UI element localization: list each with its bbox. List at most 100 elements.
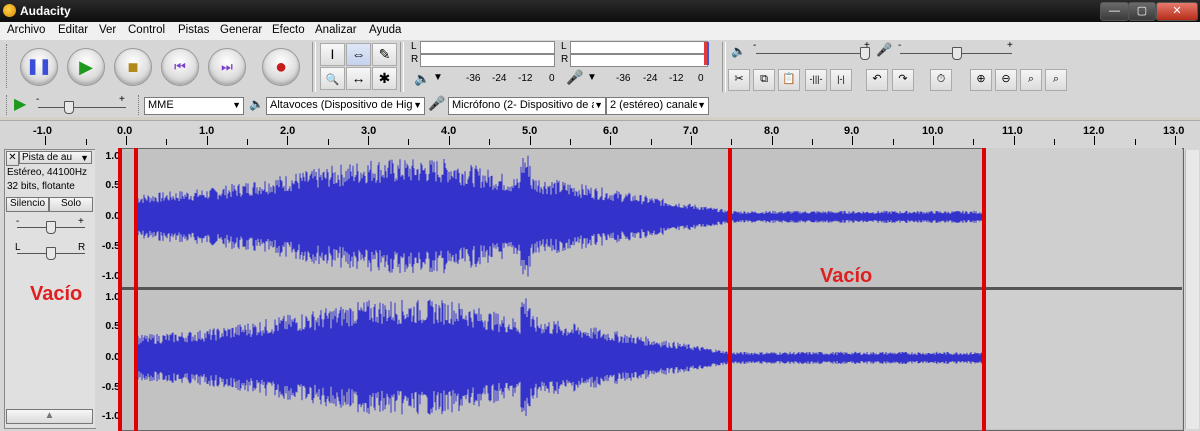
skip-end-button[interactable]: ⏭	[208, 48, 246, 86]
input-volume-thumb[interactable]	[952, 47, 962, 60]
ruler-tick	[1013, 136, 1015, 145]
menu-bar: Archivo Editar Ver Control Pistas Genera…	[0, 22, 1200, 41]
input-channels-select[interactable]: 2 (estéreo) canale ▼	[606, 97, 709, 115]
gain-max-label: +	[78, 216, 84, 227]
ruler-tick	[529, 136, 531, 145]
fit-selection-button[interactable]: ⌕	[1020, 69, 1042, 91]
pan-thumb[interactable]	[46, 247, 56, 260]
zoom-in-icon: ⊕	[976, 73, 986, 85]
output-device-value: Altavoces (Dispositivo de High	[270, 99, 419, 111]
ruler-tick	[287, 136, 289, 145]
timeshift-tool[interactable]: ↔	[346, 67, 371, 90]
meter-scale-label: 0	[698, 73, 704, 84]
toolbar-grip	[6, 44, 9, 88]
meter-channel-label: L	[411, 41, 417, 52]
menu-analizar[interactable]: Analizar	[315, 24, 357, 36]
marker-line	[728, 148, 732, 431]
meter-scale-label: -12	[669, 73, 684, 84]
undo-icon: ↶	[872, 73, 882, 85]
menu-efecto[interactable]: Efecto	[272, 24, 305, 36]
zoom-out-button[interactable]: ⊖	[995, 69, 1017, 91]
menu-generar[interactable]: Generar	[220, 24, 262, 36]
redo-button[interactable]: ↷	[892, 69, 914, 91]
mute-button[interactable]: Silencio	[6, 197, 49, 212]
input-device-select[interactable]: Micrófono (2- Dispositivo de au ▼	[448, 97, 606, 115]
toolbar-separator	[312, 42, 316, 92]
paste-button[interactable]: 📋	[778, 69, 800, 91]
cut-button[interactable]: ✂	[728, 69, 750, 91]
close-button[interactable]: ✕	[1156, 2, 1198, 21]
zoom-in-button[interactable]: ⊕	[970, 69, 992, 91]
ruler-tick	[327, 139, 329, 145]
fit-project-button[interactable]: ⌕	[1045, 69, 1067, 91]
track-close-button[interactable]: ✕	[6, 151, 19, 166]
meter-scale-label: -36	[466, 73, 481, 84]
undo-button[interactable]: ↶	[866, 69, 888, 91]
output-device-select[interactable]: Altavoces (Dispositivo de High ▼	[266, 97, 425, 115]
draw-tool[interactable]: ✎	[372, 43, 397, 66]
solo-button[interactable]: Solo	[49, 197, 93, 212]
waveform-channel	[136, 155, 984, 277]
amplitude-label: -1.0	[101, 270, 120, 282]
amplitude-label: -1.0	[101, 410, 120, 422]
paste-icon: 📋	[782, 73, 796, 85]
copy-button[interactable]: ⧉	[753, 69, 775, 91]
fit-project-icon: ⌕	[1052, 73, 1060, 85]
multi-tool[interactable]: ✱	[372, 67, 397, 90]
menu-editar[interactable]: Editar	[58, 24, 88, 36]
meter-scale-label: -36	[616, 73, 631, 84]
trim-icon: -|||-	[809, 74, 823, 84]
ruler-ticks	[0, 120, 1200, 145]
maximize-button[interactable]: ▢	[1128, 2, 1156, 21]
silence-icon: |-|	[837, 74, 845, 84]
gain-min-label: -	[16, 216, 20, 227]
amplitude-label: 0.5	[105, 320, 120, 332]
play-speed-thumb[interactable]	[64, 101, 74, 114]
skip-start-button[interactable]: ⏮	[161, 48, 199, 86]
play-button[interactable]: ▶	[67, 48, 105, 86]
pause-button[interactable]: ❚❚	[20, 48, 58, 86]
minimize-button[interactable]: —	[1100, 2, 1129, 21]
audio-host-value: MME	[148, 99, 174, 111]
pencil-icon: ✎	[378, 46, 391, 62]
menu-pistas[interactable]: Pistas	[178, 24, 209, 36]
audio-host-select[interactable]: MME ▼	[144, 97, 244, 115]
vertical-scrollbar[interactable]	[1185, 150, 1199, 429]
ruler-tick	[1175, 136, 1177, 145]
envelope-tool[interactable]: ⇔	[346, 43, 371, 66]
ruler-tick	[1094, 136, 1096, 145]
playback-meter-menu[interactable]: ▼	[433, 72, 443, 83]
selection-tool[interactable]: I	[320, 43, 345, 66]
record-meter-menu[interactable]: ▼	[587, 72, 597, 83]
menu-ayuda[interactable]: Ayuda	[369, 24, 401, 36]
gain-thumb[interactable]	[46, 221, 56, 234]
output-volume-slider[interactable]	[756, 53, 868, 54]
play-at-speed-button[interactable]: ▶	[14, 94, 26, 114]
menu-archivo[interactable]: Archivo	[7, 24, 45, 36]
record-button[interactable]: ●	[262, 48, 300, 86]
track-menu-button[interactable]: Pista de au ▼	[19, 151, 92, 164]
menu-ver[interactable]: Ver	[99, 24, 116, 36]
trim-button[interactable]: -|||-	[805, 69, 827, 91]
amplitude-label: 1.0	[105, 291, 120, 303]
play-icon: ▶	[79, 57, 93, 77]
track-format-bits: 32 bits, flotante	[7, 181, 75, 192]
zoom-tool[interactable]: 🔍	[320, 67, 345, 90]
amplitude-label: 1.0	[105, 150, 120, 162]
ruler-tick	[973, 139, 975, 145]
silence-button[interactable]: |-|	[830, 69, 852, 91]
scissors-icon: ✂	[734, 73, 744, 85]
marker-line	[118, 148, 122, 431]
magnifier-icon: 🔍	[325, 74, 340, 86]
output-volume-icon: 🔈	[731, 44, 746, 58]
toolbar-separator	[722, 42, 726, 92]
collapse-track-button[interactable]: ▲	[6, 409, 93, 424]
toolbar-separator	[400, 42, 404, 92]
stop-button[interactable]: ■	[114, 48, 152, 86]
ruler-tick	[489, 139, 491, 145]
ruler-tick	[448, 136, 450, 145]
ruler-tick	[408, 139, 410, 145]
sync-lock-button[interactable]: ⏱	[930, 69, 952, 91]
menu-control[interactable]: Control	[128, 24, 165, 36]
play-speed-slider[interactable]	[38, 107, 126, 108]
